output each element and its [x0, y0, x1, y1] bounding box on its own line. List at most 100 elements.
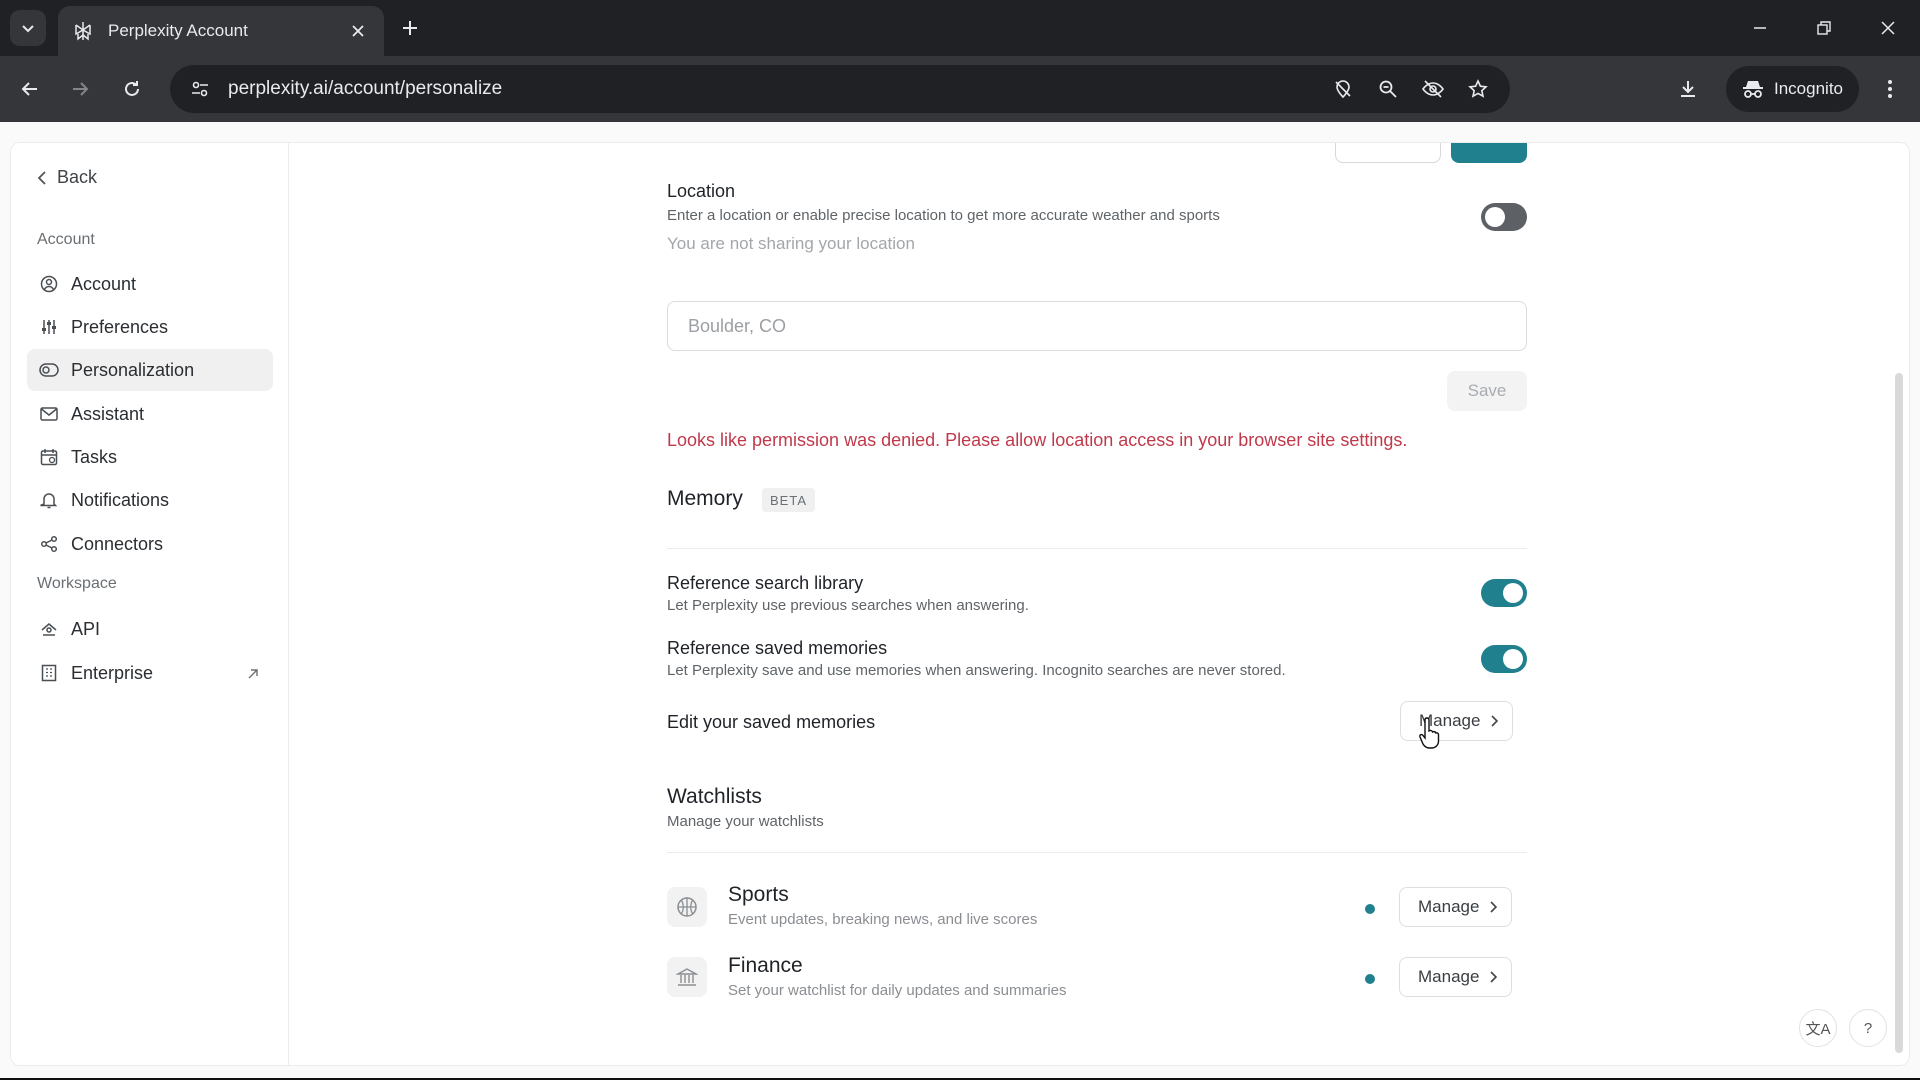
browser-tabbar: Perplexity Account — [0, 0, 1920, 56]
sidebar-section-workspace: Workspace — [37, 575, 117, 592]
scrollbar-thumb[interactable] — [1895, 373, 1903, 1053]
sidebar-item-label: Notifications — [71, 489, 170, 510]
location-save-button[interactable]: Save — [1447, 371, 1527, 411]
sidebar-item-notifications[interactable]: Notifications — [27, 479, 273, 521]
personalization-content: Location Enter a location or enable prec… — [667, 143, 1527, 1065]
watchlist-sports-title: Sports — [728, 883, 789, 906]
back-arrow-icon[interactable] — [10, 69, 50, 109]
sidebar-item-tasks[interactable]: Tasks — [27, 436, 273, 478]
sidebar-item-enterprise[interactable]: Enterprise — [27, 652, 273, 694]
watchlists-title: Watchlists — [667, 785, 762, 808]
location-permission-error: Looks like permission was denied. Please… — [667, 430, 1408, 450]
page-background: Back Account Account Preferences Persona… — [0, 122, 1920, 1078]
sidebar-item-account[interactable]: Account — [27, 263, 273, 305]
location-toggle[interactable] — [1481, 203, 1527, 231]
site-info-icon[interactable] — [186, 75, 214, 103]
finance-status-dot — [1365, 974, 1375, 984]
perplexity-favicon-icon — [72, 20, 94, 42]
window-close-icon[interactable] — [1866, 8, 1910, 48]
chevron-right-icon — [1491, 715, 1499, 727]
back-link[interactable]: Back — [37, 167, 97, 188]
sidebar-item-label: Account — [71, 273, 137, 294]
new-tab-plus-icon[interactable] — [394, 12, 426, 44]
browser-tab-active[interactable]: Perplexity Account — [58, 6, 384, 56]
location-status: You are not sharing your location — [667, 234, 915, 253]
location-description: Enter a location or enable precise locat… — [667, 207, 1220, 224]
manage-sports-button[interactable]: Manage — [1399, 887, 1513, 927]
download-icon[interactable] — [1668, 69, 1708, 109]
tab-search-button[interactable] — [10, 10, 46, 46]
watchlist-sports-description: Event updates, breaking news, and live s… — [728, 911, 1038, 928]
basketball-icon — [667, 887, 707, 927]
edit-memories-label: Edit your saved memories — [667, 712, 876, 732]
memory-divider — [667, 548, 1527, 549]
saved-memories-title: Reference saved memories — [667, 638, 888, 658]
forward-arrow-icon[interactable] — [60, 69, 100, 109]
browser-menu-icon[interactable] — [1870, 69, 1910, 109]
page-scrollbar[interactable] — [1893, 143, 1907, 1065]
incognito-indicator[interactable]: Incognito — [1726, 66, 1859, 112]
reload-icon[interactable] — [112, 69, 152, 109]
sidebar-item-connectors[interactable]: Connectors — [27, 523, 273, 565]
sidebar-section-account: Account — [37, 231, 95, 248]
chevron-right-icon — [1490, 901, 1498, 913]
restore-icon[interactable] — [1802, 8, 1846, 48]
beta-badge: BETA — [762, 488, 815, 512]
tab-title: Perplexity Account — [108, 21, 248, 40]
building-icon — [39, 663, 59, 683]
search-library-title: Reference search library — [667, 573, 864, 593]
manage-label: Manage — [1418, 897, 1480, 916]
minimize-icon[interactable] — [1738, 8, 1782, 48]
bookmark-star-icon[interactable] — [1458, 69, 1498, 109]
manage-finance-button[interactable]: Manage — [1399, 957, 1513, 997]
tab-close-icon[interactable] — [346, 19, 370, 43]
sidebar-item-label: Assistant — [71, 403, 145, 424]
watchlists-subtitle: Manage your watchlists — [667, 813, 824, 830]
external-link-icon — [247, 664, 259, 685]
memory-title: Memory — [667, 487, 743, 510]
back-label: Back — [57, 167, 98, 187]
settings-sidebar: Back Account Account Preferences Persona… — [11, 143, 289, 1065]
user-circle-icon — [39, 274, 59, 294]
mail-icon — [39, 404, 59, 424]
tracking-protection-icon[interactable] — [1413, 69, 1453, 109]
location-blocked-icon[interactable] — [1323, 69, 1363, 109]
bank-icon — [667, 957, 707, 997]
search-library-description: Let Perplexity use previous searches whe… — [667, 597, 1029, 614]
sidebar-item-label: Connectors — [71, 533, 164, 554]
incognito-icon — [1743, 81, 1763, 98]
calendar-icon — [39, 447, 59, 467]
sidebar-item-label: API — [71, 618, 101, 639]
api-icon — [39, 619, 59, 639]
location-title: Location — [667, 181, 736, 201]
toggle-knob — [1485, 207, 1505, 227]
saved-memories-toggle[interactable] — [1481, 645, 1527, 673]
chevron-down-icon — [22, 25, 34, 33]
watchlist-finance-title: Finance — [728, 954, 803, 977]
url-text: perplexity.ai/account/personalize — [228, 78, 503, 99]
sliders-icon — [39, 317, 59, 337]
location-input[interactable] — [667, 301, 1527, 351]
zoom-icon[interactable] — [1368, 69, 1408, 109]
sidebar-item-label: Preferences — [71, 316, 169, 337]
help-button[interactable]: ? — [1849, 1009, 1887, 1047]
manage-label: Manage — [1418, 967, 1480, 986]
save-button-partial[interactable] — [1451, 143, 1527, 163]
sidebar-item-api[interactable]: API — [27, 608, 273, 650]
address-bar[interactable]: perplexity.ai/account/personalize — [170, 65, 1510, 113]
clear-button-partial[interactable] — [1335, 143, 1441, 163]
toggle-icon — [39, 360, 59, 380]
chevron-right-icon — [1490, 971, 1498, 983]
sidebar-item-label: Personalization — [71, 359, 195, 380]
watchlist-finance-description: Set your watchlist for daily updates and… — [728, 982, 1067, 999]
translate-button[interactable]: 文A — [1799, 1009, 1837, 1047]
sidebar-item-personalization[interactable]: Personalization — [27, 349, 273, 391]
toggle-knob — [1503, 583, 1523, 603]
search-library-toggle[interactable] — [1481, 579, 1527, 607]
sports-status-dot — [1365, 904, 1375, 914]
chevron-left-icon — [37, 170, 46, 185]
share-icon — [39, 534, 59, 554]
mouse-pointer-icon — [1418, 716, 1444, 755]
sidebar-item-preferences[interactable]: Preferences — [27, 306, 273, 348]
sidebar-item-assistant[interactable]: Assistant — [27, 393, 273, 435]
